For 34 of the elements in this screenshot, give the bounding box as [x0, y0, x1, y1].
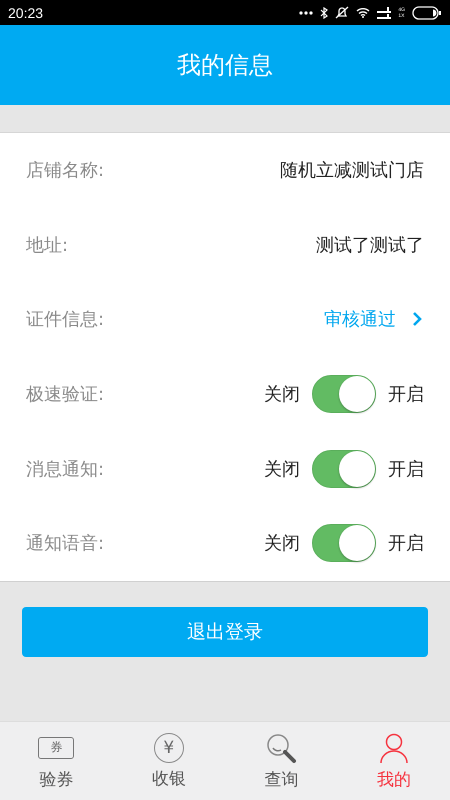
yuan-coin-icon: ¥	[154, 732, 184, 762]
toggle-switch[interactable]	[312, 524, 376, 562]
toggle-switch[interactable]	[312, 375, 376, 414]
tab-item[interactable]: 券 验券	[0, 722, 112, 800]
off-label: 关闭	[264, 458, 300, 481]
person-icon	[378, 732, 409, 764]
field-value: 随机立减测试门店	[280, 159, 424, 182]
off-label: 关闭	[264, 532, 300, 556]
field-label: 消息通知:	[26, 458, 104, 481]
on-label: 开启	[388, 383, 424, 406]
wifi-icon	[356, 7, 370, 18]
field-label: 地址:	[26, 234, 68, 257]
tab-item[interactable]: 查询	[225, 722, 338, 800]
muted-bell-icon	[335, 6, 350, 19]
on-label: 开启	[388, 458, 424, 481]
field-label: 证件信息:	[26, 308, 104, 332]
bluetooth-icon	[320, 6, 328, 18]
status-time: 20:23	[8, 4, 44, 20]
toggle-switch[interactable]	[312, 450, 376, 488]
tab-item[interactable]: 我的	[338, 722, 450, 800]
field-label: 通知语音:	[26, 532, 104, 556]
field-value: 测试了测试了	[316, 234, 424, 257]
ticket-icon: 券	[38, 736, 74, 758]
battery-icon	[412, 6, 442, 20]
field-label: 店铺名称:	[26, 159, 104, 182]
on-label: 开启	[388, 532, 424, 556]
tab-item[interactable]: ¥ 收银	[112, 722, 225, 800]
signal-icon	[377, 6, 392, 18]
more-icon	[299, 10, 314, 16]
field-label: 极速验证:	[26, 383, 104, 406]
page-title: 我的信息	[177, 50, 273, 81]
chevron-right-icon	[412, 311, 422, 328]
search-icon	[265, 732, 298, 764]
off-label: 关闭	[264, 383, 300, 406]
